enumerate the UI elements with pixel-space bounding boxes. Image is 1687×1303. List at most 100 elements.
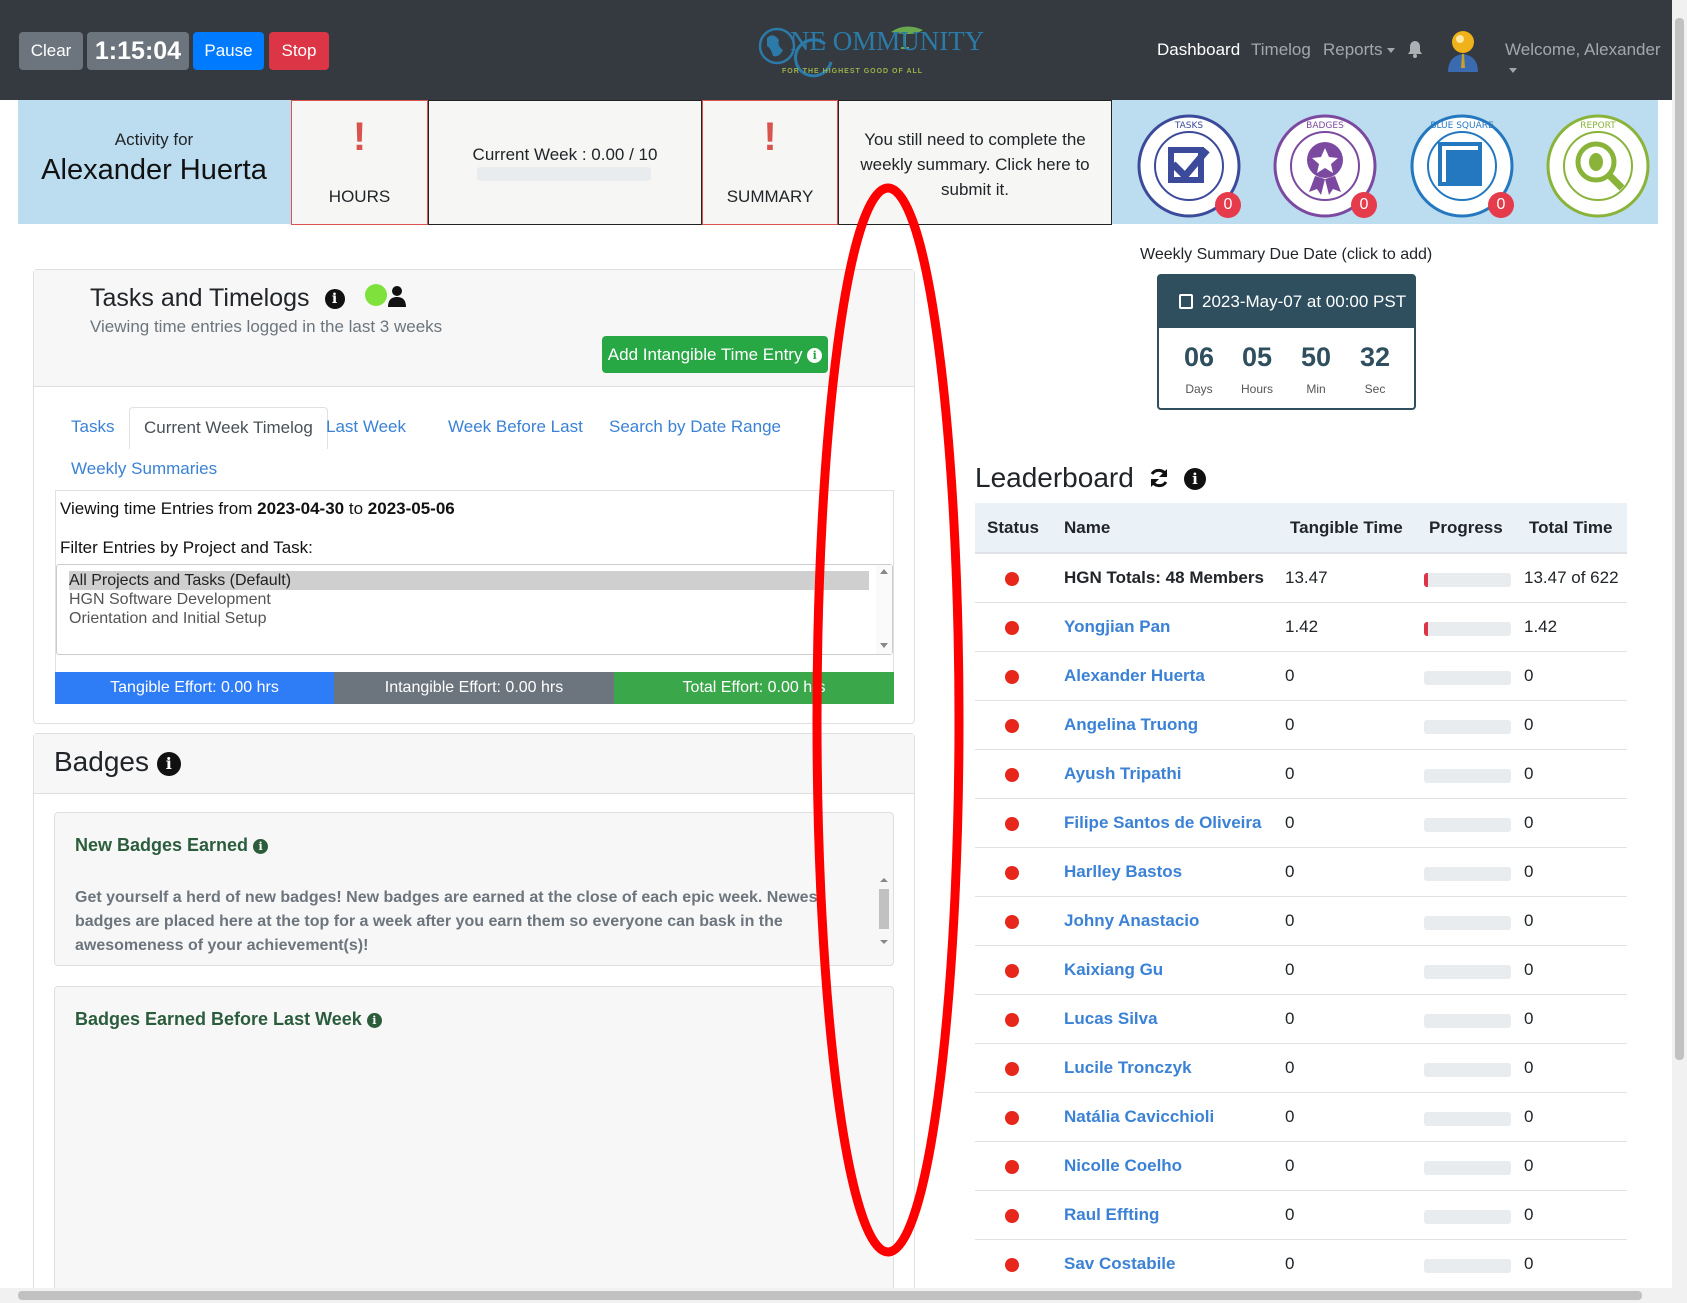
member-name-link[interactable]: Filipe Santos de Oliveira <box>1064 813 1261 833</box>
member-name-link[interactable]: Johny Anastacio <box>1064 911 1199 931</box>
user-menu-dropdown[interactable]: Welcome, Alexander <box>1505 40 1672 80</box>
leaderboard-row: Natália Cavicchioli 0 0 <box>975 1093 1627 1142</box>
member-name-link[interactable]: Sav Costabile <box>1064 1254 1176 1274</box>
info-icon[interactable]: i <box>156 751 181 776</box>
hours-status-cell[interactable]: ! HOURS <box>291 100 428 225</box>
status-dot <box>1005 1013 1019 1027</box>
member-name-link[interactable]: Alexander Huerta <box>1064 666 1205 686</box>
tangible-time: 0 <box>1285 862 1295 881</box>
tab-current-week-timelog[interactable]: Current Week Timelog <box>129 407 328 449</box>
leaderboard-row: Nicolle Coelho 0 0 <box>975 1142 1627 1191</box>
profile-avatar[interactable] <box>1445 28 1481 72</box>
activity-user-name: Alexander Huerta <box>41 154 267 186</box>
progress-bar <box>1424 965 1511 979</box>
member-name-link[interactable]: Nicolle Coelho <box>1064 1156 1182 1176</box>
weekly-summary-reminder[interactable]: You still need to complete the weekly su… <box>838 100 1112 225</box>
leaderboard-row: Lucile Tronczyk 0 0 <box>975 1044 1627 1093</box>
status-dot <box>1005 964 1019 978</box>
leaderboard-row: Sav Costabile 0 0 <box>975 1240 1627 1289</box>
leaderboard-row: Lucas Silva 0 0 <box>975 995 1627 1044</box>
total-time: 0 <box>1524 1205 1534 1224</box>
member-name-link[interactable]: Natália Cavicchioli <box>1064 1107 1214 1127</box>
tab-tasks[interactable]: Tasks <box>71 417 114 437</box>
listbox-scrollbar[interactable] <box>876 565 892 654</box>
filter-option[interactable]: HGN Software Development <box>69 590 869 609</box>
vertical-scroll-thumb[interactable] <box>1675 18 1684 1060</box>
blue-square-count: 0 <box>1488 192 1514 218</box>
tab-last-week[interactable]: Last Week <box>326 417 406 437</box>
window-horizontal-scrollbar[interactable] <box>0 1288 1672 1303</box>
member-name-link[interactable]: Raul Effting <box>1064 1205 1159 1225</box>
nav-dashboard[interactable]: Dashboard <box>1157 40 1240 60</box>
info-icon[interactable]: i <box>1184 468 1206 490</box>
tab-weekly-summaries[interactable]: Weekly Summaries <box>71 459 217 479</box>
project-task-filter-list[interactable]: All Projects and Tasks (Default) HGN Sof… <box>56 564 893 655</box>
weekly-summary-reminder-text: You still need to complete the weekly su… <box>860 130 1090 199</box>
status-dot <box>1005 817 1019 831</box>
status-dot <box>1005 915 1019 929</box>
bell-icon[interactable] <box>1407 40 1423 58</box>
filter-label: Filter Entries by Project and Task: <box>60 538 313 557</box>
report-app-bug-icon[interactable]: REPORT <box>1546 114 1650 218</box>
scroll-up-icon[interactable] <box>880 569 888 574</box>
horizontal-scroll-thumb[interactable] <box>18 1291 1642 1300</box>
status-dot <box>1005 670 1019 684</box>
info-icon[interactable]: i <box>324 289 345 310</box>
window-vertical-scrollbar[interactable] <box>1672 0 1687 1303</box>
refresh-icon[interactable] <box>1148 467 1170 489</box>
tasks-badge-count: 0 <box>1215 192 1241 218</box>
member-name-link[interactable]: Harlley Bastos <box>1064 862 1182 882</box>
card-scrollbar[interactable] <box>878 877 890 945</box>
info-icon[interactable]: i <box>253 838 269 854</box>
minutes-label: Min <box>1306 382 1326 396</box>
member-name-link[interactable]: Lucile Tronczyk <box>1064 1058 1192 1078</box>
summary-status-cell[interactable]: ! SUMMARY <box>702 100 838 225</box>
tangible-time: 0 <box>1285 1009 1295 1028</box>
user-icon[interactable] <box>388 285 406 307</box>
leaderboard-row: Harlley Bastos 0 0 <box>975 848 1627 897</box>
weekly-summary-due-label[interactable]: Weekly Summary Due Date (click to add) <box>1140 246 1432 264</box>
status-dot <box>1005 719 1019 733</box>
pause-button[interactable]: Pause <box>193 32 264 70</box>
filter-option[interactable]: Orientation and Initial Setup <box>69 609 869 628</box>
viewing-to: to <box>348 499 364 518</box>
warning-icon: ! <box>352 115 367 159</box>
tab-search-by-date-range[interactable]: Search by Date Range <box>609 417 781 437</box>
new-badges-title-text: New Badges Earned <box>75 835 249 855</box>
leaderboard-row: Raul Effting 0 0 <box>975 1191 1627 1240</box>
member-name-link[interactable]: Angelina Truong <box>1064 715 1198 735</box>
new-badges-text: Get yourself a herd of new badges! New b… <box>75 889 823 954</box>
tangible-time: 0 <box>1285 1205 1295 1224</box>
stop-button[interactable]: Stop <box>269 32 329 70</box>
add-intangible-time-entry-button[interactable]: Add Intangible Time Entry i <box>602 336 828 373</box>
svg-text:TASKS: TASKS <box>1174 121 1204 131</box>
info-icon[interactable]: i <box>366 1012 382 1028</box>
date-from: 2023-04-30 <box>257 499 345 518</box>
scroll-down-icon[interactable] <box>880 643 888 648</box>
nav-timelog[interactable]: Timelog <box>1251 40 1311 60</box>
member-name-link[interactable]: Ayush Tripathi <box>1064 764 1181 784</box>
logo-tagline: FOR THE HIGHEST GOOD OF ALL <box>782 68 924 75</box>
status-dot <box>1005 1111 1019 1125</box>
tangible-effort-bar: Tangible Effort: 0.00 hrs <box>55 672 334 704</box>
nav-reports-dropdown[interactable]: Reports <box>1323 40 1395 60</box>
viewing-range-text: Viewing time Entries from 2023-04-30 to … <box>60 499 455 519</box>
member-name-link[interactable]: Kaixiang Gu <box>1064 960 1163 980</box>
filter-option[interactable]: All Projects and Tasks (Default) <box>69 571 869 590</box>
weekly-summary-countdown[interactable]: 2023-May-07 at 00:00 PST 06 05 50 32 Day… <box>1157 274 1416 410</box>
total-time: 0 <box>1524 862 1534 881</box>
member-name-link[interactable]: Lucas Silva <box>1064 1009 1158 1029</box>
status-dot <box>1005 1062 1019 1076</box>
online-status-dot <box>365 284 387 306</box>
due-date-text: 2023-May-07 at 00:00 PST <box>1202 292 1407 311</box>
total-time: 0 <box>1524 666 1534 685</box>
member-name-link[interactable]: Yongjian Pan <box>1064 617 1170 637</box>
activity-for-label: Activity for <box>114 130 194 149</box>
clear-timer-button[interactable]: Clear <box>19 32 83 70</box>
total-time: 0 <box>1524 1009 1534 1028</box>
new-badges-card: New Badges Earned i Get yourself a herd … <box>54 812 894 966</box>
leaderboard-header: Status Name Tangible Time Progress Total… <box>975 503 1627 554</box>
tangible-time: 0 <box>1285 1156 1295 1175</box>
badges-before-last-week-title-text: Badges Earned Before Last Week <box>75 1009 362 1029</box>
tab-week-before-last[interactable]: Week Before Last <box>448 417 583 437</box>
